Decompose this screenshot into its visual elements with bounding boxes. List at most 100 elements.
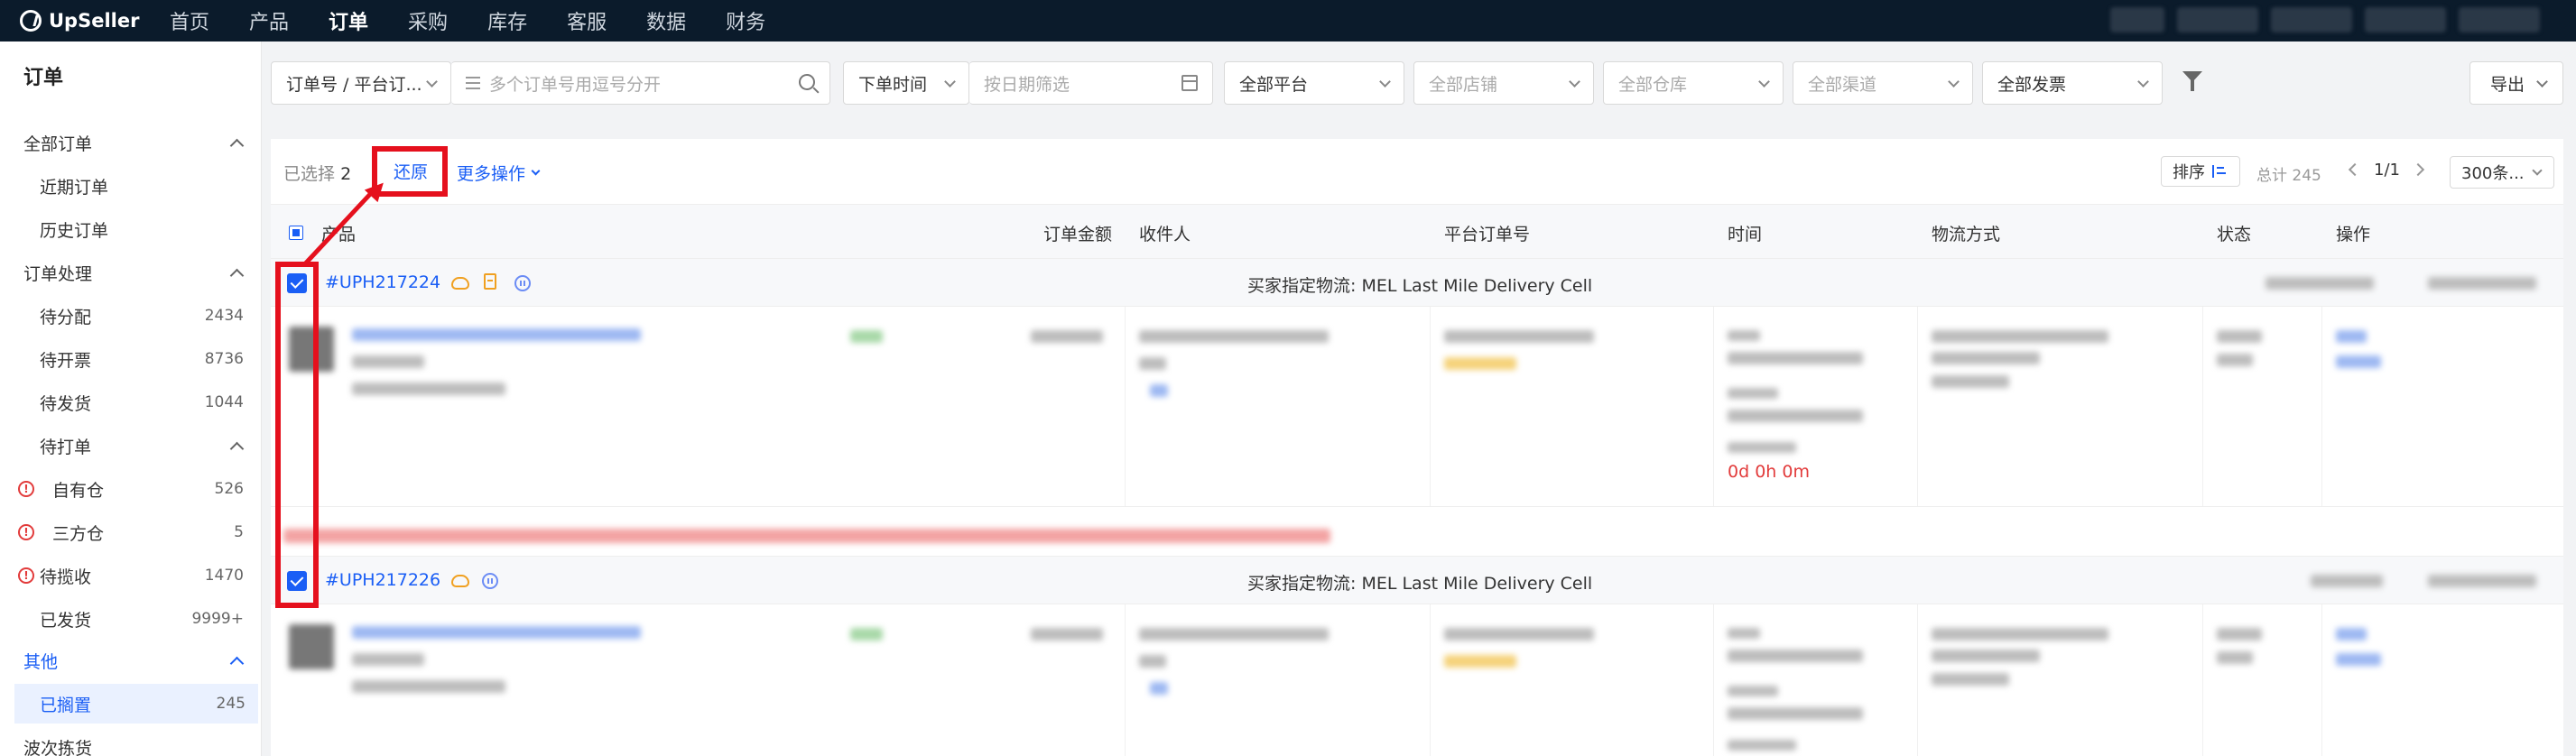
blurred-text: [1444, 330, 1594, 343]
nav-customer-service[interactable]: 客服: [567, 6, 607, 35]
platform-value: 全部平台: [1239, 74, 1309, 95]
sort-button[interactable]: 排序: [2161, 156, 2240, 187]
page-size-value: 300条...: [2461, 164, 2525, 183]
select-all-checkbox[interactable]: [289, 226, 303, 240]
invoice-value: 全部发票: [1997, 74, 2067, 95]
sidebar-item-wave-picking[interactable]: 波次拣货: [0, 727, 262, 756]
nav-inventory[interactable]: 库存: [487, 6, 527, 35]
store-select[interactable]: 全部店铺: [1413, 61, 1594, 105]
hold-icon[interactable]: [482, 573, 498, 589]
order-number-link[interactable]: #UPH217226: [325, 570, 440, 590]
invoice-select[interactable]: 全部发票: [1982, 61, 2163, 105]
nav-finance[interactable]: 财务: [726, 6, 765, 35]
chevron-down-icon: [1948, 76, 1960, 88]
top-tool-blurred[interactable]: [2110, 7, 2164, 32]
column-divider: [2202, 307, 2203, 506]
blurred-action-link[interactable]: [2336, 653, 2381, 666]
blurred-text: [1932, 375, 2009, 388]
nav-purchase[interactable]: 采购: [408, 6, 448, 35]
sidebar-group-all-orders[interactable]: 全部订单: [0, 123, 262, 162]
top-tool-blurred[interactable]: [2177, 7, 2258, 32]
top-tool-blurred[interactable]: [2365, 7, 2446, 32]
cloud-icon[interactable]: [451, 575, 469, 587]
sidebar-group-other[interactable]: 其他: [0, 641, 262, 680]
product-name-link[interactable]: [352, 626, 641, 639]
order-detail-row: 0d 0h 0m: [271, 307, 2563, 507]
user-menu-blurred[interactable]: [2459, 7, 2540, 32]
sidebar-item-third-warehouse[interactable]: ! 三方仓 5: [0, 512, 262, 552]
sidebar-item-recent-orders[interactable]: 近期订单: [0, 166, 262, 206]
product-name-link[interactable]: [352, 328, 641, 341]
blurred-text: [352, 653, 424, 666]
sidebar-item-own-warehouse[interactable]: ! 自有仓 526: [0, 469, 262, 509]
blurred-action-link[interactable]: [2336, 330, 2367, 343]
sidebar-item-shipped[interactable]: 已发货 9999+: [0, 599, 262, 639]
checkbox-highlight-box: [275, 262, 319, 608]
search-type-select[interactable]: 订单号 / 平台订...: [271, 61, 451, 105]
column-divider: [1713, 307, 1714, 506]
time-type-value: 下单时间: [858, 74, 928, 95]
blurred-text: [2217, 354, 2253, 366]
blurred-text: [1728, 707, 1863, 720]
blurred-icon[interactable]: [1150, 384, 1168, 397]
sidebar-item-label: 历史订单: [40, 220, 109, 241]
order-number-link[interactable]: #UPH217224: [325, 272, 440, 292]
col-amount: 订单金额: [1043, 225, 1113, 244]
chevron-right-icon[interactable]: [2411, 162, 2425, 177]
sidebar-item-to-collect[interactable]: ! 待揽收 1470: [0, 556, 262, 595]
total-count: 总计 245: [2256, 167, 2321, 185]
sidebar-item-label: 三方仓: [52, 523, 105, 544]
error-message-blurred: [283, 529, 1330, 543]
top-tool-blurred[interactable]: [2271, 7, 2352, 32]
export-button[interactable]: 导出: [2469, 61, 2563, 105]
more-actions-button[interactable]: 更多操作: [457, 161, 541, 185]
col-status: 状态: [2217, 225, 2252, 244]
platform-select[interactable]: 全部平台: [1224, 61, 1404, 105]
sidebar-item-to-ship[interactable]: 待发货 1044: [0, 383, 262, 422]
column-divider: [2321, 604, 2322, 756]
sidebar-item-archived[interactable]: 已搁置 245: [14, 684, 258, 724]
nav-data[interactable]: 数据: [646, 6, 686, 35]
hold-icon[interactable]: [514, 275, 531, 291]
blurred-text: [2217, 628, 2262, 641]
warehouse-select[interactable]: 全部仓库: [1603, 61, 1784, 105]
blurred-text: [1728, 352, 1863, 364]
chevron-down-icon: [426, 76, 438, 88]
channel-select[interactable]: 全部渠道: [1793, 61, 1973, 105]
bulk-action-bar: 已选择 2 还原 更多操作 排序 总计 245 1/1 300条...: [271, 139, 2563, 204]
time-type-select[interactable]: 下单时间: [843, 61, 969, 105]
filter-funnel-icon[interactable]: [2182, 71, 2202, 91]
chevron-left-icon[interactable]: [2348, 162, 2362, 177]
nav-orders[interactable]: 订单: [329, 6, 368, 35]
blurred-action-link[interactable]: [2336, 355, 2381, 368]
sidebar-item-count: 526: [214, 480, 244, 498]
upseller-logo[interactable]: UpSeller: [20, 10, 155, 32]
sidebar-item-to-invoice[interactable]: 待开票 8736: [0, 339, 262, 379]
blurred-text: [1728, 388, 1778, 399]
blurred-text: [2428, 277, 2536, 290]
sidebar-group-processing[interactable]: 订单处理: [0, 253, 262, 292]
nav-products[interactable]: 产品: [249, 6, 289, 35]
nav-home[interactable]: 首页: [170, 6, 209, 35]
order-search-input[interactable]: 多个订单号用逗号分开: [451, 61, 830, 105]
sidebar-group-to-print[interactable]: 待打单: [0, 426, 262, 466]
sidebar-item-to-assign[interactable]: 待分配 2434: [0, 296, 262, 336]
date-filter-input[interactable]: 按日期筛选: [969, 61, 1213, 105]
page-size-select[interactable]: 300条...: [2450, 156, 2554, 189]
column-divider: [1125, 604, 1126, 756]
blurred-text: [1728, 650, 1863, 662]
sort-label: 排序: [2173, 163, 2205, 182]
chevron-down-icon: [2532, 165, 2543, 176]
product-thumbnail[interactable]: [289, 624, 334, 669]
search-icon[interactable]: [799, 74, 815, 90]
sidebar-item-history-orders[interactable]: 历史订单: [0, 209, 262, 249]
blurred-icon[interactable]: [1150, 682, 1168, 695]
note-icon[interactable]: [484, 273, 496, 290]
blurred-text: [1932, 650, 2040, 662]
date-placeholder: 按日期筛选: [984, 74, 1070, 95]
chevron-up-icon: [229, 268, 245, 283]
search-placeholder: 多个订单号用逗号分开: [489, 74, 662, 95]
cloud-icon[interactable]: [451, 277, 469, 290]
blurred-text: [1139, 628, 1329, 641]
blurred-action-link[interactable]: [2336, 628, 2367, 641]
